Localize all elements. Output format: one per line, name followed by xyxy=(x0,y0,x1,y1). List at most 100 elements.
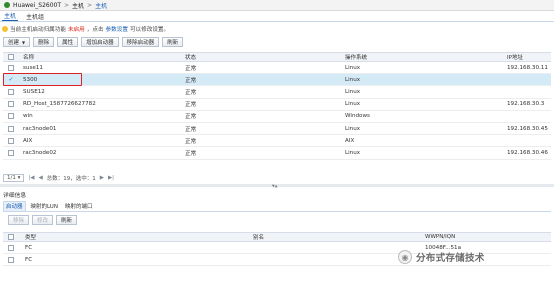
column-status[interactable]: 状态 xyxy=(185,53,335,61)
breadcrumb: Huawei_S2600T > 主机 > 主机 xyxy=(0,0,554,11)
table-header: 名称 状态 操作系统 IP地址 xyxy=(3,52,551,62)
lightbulb-icon xyxy=(2,25,8,32)
breadcrumb-level2[interactable]: 主机 xyxy=(95,1,107,10)
host-os: Linux xyxy=(345,76,361,83)
modify-button[interactable]: 修改 xyxy=(32,215,54,225)
row-checkbox[interactable] xyxy=(8,137,14,144)
host-os: AIX xyxy=(345,137,355,144)
detail-refresh-button[interactable]: 刷新 xyxy=(56,215,78,225)
table-row[interactable]: RD_Host_1587726627782 正常 Linux 192.168.3… xyxy=(3,99,551,111)
create-button[interactable]: 创建 ▼ xyxy=(3,37,31,47)
host-ip xyxy=(507,74,551,85)
panel-splitter[interactable]: ▼▲ xyxy=(0,184,554,188)
host-ip xyxy=(507,135,551,146)
initiator-alias xyxy=(253,254,353,265)
host-ip xyxy=(507,111,551,122)
initiator-type: FC xyxy=(25,244,33,251)
tab-initiators[interactable]: 启动器 xyxy=(3,201,26,211)
splitter-grip-icon[interactable]: ▼▲ xyxy=(272,184,277,188)
host-os: Linux xyxy=(345,101,361,108)
host-name: AIX xyxy=(23,137,33,144)
table-row[interactable]: AIX 正常 AIX xyxy=(3,135,551,148)
watermark: ◉ 分布式存储技术 xyxy=(398,249,554,265)
table-row[interactable]: suse11 正常 Linux 192.168.30.11 xyxy=(3,62,551,75)
host-ip: 192.168.30.3 xyxy=(507,101,545,108)
tip-suffix: 可以修改设置。 xyxy=(129,26,170,33)
chevron-down-icon: ▼ xyxy=(22,39,26,45)
column-name[interactable]: 名称 xyxy=(23,53,178,61)
detail-title: 详细信息 xyxy=(3,193,27,199)
host-ip: 192.168.30.11 xyxy=(507,64,548,71)
pager-summary: 总数：19，选中：1 xyxy=(46,176,96,182)
column-ip[interactable]: IP地址 xyxy=(507,53,551,61)
tip-middle: ，点击 xyxy=(86,26,104,33)
tab-host-group[interactable]: 主机组 xyxy=(24,12,46,21)
row-checkbox[interactable] xyxy=(8,244,14,251)
host-status: 正常 xyxy=(185,114,197,121)
host-os: Linux xyxy=(345,125,361,132)
host-status: 正常 xyxy=(185,77,197,84)
host-name: SUSE12 xyxy=(23,88,45,95)
row-checkbox[interactable] xyxy=(8,64,14,71)
checkmark-icon[interactable]: ✓ xyxy=(8,76,13,83)
refresh-button[interactable]: 刷新 xyxy=(162,37,184,47)
remove-button[interactable]: 移除 xyxy=(8,215,30,225)
watermark-text: 分布式存储技术 xyxy=(416,253,485,264)
detail-toolbar: 移除 修改 刷新 xyxy=(8,215,78,225)
tab-mapped-lun[interactable]: 映射的LUN xyxy=(29,202,60,211)
host-status: 正常 xyxy=(185,102,197,109)
breadcrumb-root[interactable]: Huawei_S2600T xyxy=(13,2,61,9)
next-page-button[interactable]: ▶ xyxy=(100,175,104,181)
remove-initiator-button[interactable]: 移除启动器 xyxy=(121,37,160,47)
first-page-button[interactable]: |◀ xyxy=(28,175,34,181)
host-os: Linux xyxy=(345,149,361,156)
table-row[interactable]: rac3node01 正常 Linux 192.168.30.45 xyxy=(3,123,551,136)
properties-button[interactable]: 属性 xyxy=(57,37,79,47)
row-checkbox[interactable] xyxy=(8,113,14,120)
settings-link[interactable]: 参数设置 xyxy=(106,25,128,33)
host-table: 名称 状态 操作系统 IP地址 suse11 正常 Linux 192.168.… xyxy=(3,52,551,160)
chevron-down-icon: ▾ xyxy=(17,175,21,181)
host-os: Linux xyxy=(345,88,361,95)
table-row[interactable]: win 正常 Windows xyxy=(3,111,551,123)
breadcrumb-separator: > xyxy=(64,1,70,9)
detail-tabs: 启动器 映射的LUN 映射的端口 xyxy=(3,201,551,212)
host-status: 正常 xyxy=(185,126,197,133)
prev-page-button[interactable]: ◀ xyxy=(38,175,42,181)
host-name: 5300 xyxy=(23,76,38,83)
initiator-type: FC xyxy=(25,256,33,263)
table-header: 类型 别名 WWPN/IQN xyxy=(3,232,551,242)
row-checkbox[interactable] xyxy=(8,101,14,108)
row-checkbox[interactable] xyxy=(8,88,14,95)
host-status: 正常 xyxy=(185,65,197,72)
column-alias[interactable]: 别名 xyxy=(253,233,353,241)
host-status: 正常 xyxy=(185,150,197,157)
home-icon[interactable] xyxy=(4,2,10,8)
column-type[interactable]: 类型 xyxy=(25,233,125,241)
select-all-checkbox[interactable] xyxy=(8,234,14,240)
host-tabs: 主机 主机组 xyxy=(0,12,554,22)
table-row[interactable]: rac3node02 正常 Linux 192.168.30.46 xyxy=(3,147,551,160)
tab-mapped-ports[interactable]: 映射的端口 xyxy=(63,202,95,211)
info-tip: 当前主机启动归属功能 未启用 ，点击 参数设置 可以修改设置。 xyxy=(2,24,169,33)
table-row-selected[interactable]: ✓ 5300 正常 Linux xyxy=(3,73,551,87)
breadcrumb-level1[interactable]: 主机 xyxy=(72,1,84,10)
row-checkbox[interactable] xyxy=(8,149,14,156)
row-checkbox[interactable] xyxy=(8,256,14,263)
tip-status: 未启用 xyxy=(67,26,85,33)
column-os[interactable]: 操作系统 xyxy=(345,53,495,61)
host-os: Linux xyxy=(345,64,361,71)
page-select[interactable]: 1/1 ▾ xyxy=(3,174,25,182)
host-status: 正常 xyxy=(185,89,197,96)
host-ip: 192.168.30.46 xyxy=(507,149,548,156)
host-toolbar: 创建 ▼ 删除 属性 增加启动器 移除启动器 刷新 xyxy=(3,37,184,47)
host-name: suse11 xyxy=(23,64,43,71)
tab-host[interactable]: 主机 xyxy=(2,11,19,21)
table-row[interactable]: SUSE12 正常 Linux xyxy=(3,86,551,99)
column-wwpn[interactable]: WWPN/IQN xyxy=(425,233,545,241)
add-initiator-button[interactable]: 增加启动器 xyxy=(81,37,119,47)
select-all-checkbox[interactable] xyxy=(8,54,14,60)
last-page-button[interactable]: ▶| xyxy=(108,175,114,181)
row-checkbox[interactable] xyxy=(8,125,14,132)
delete-button[interactable]: 删除 xyxy=(33,37,55,47)
